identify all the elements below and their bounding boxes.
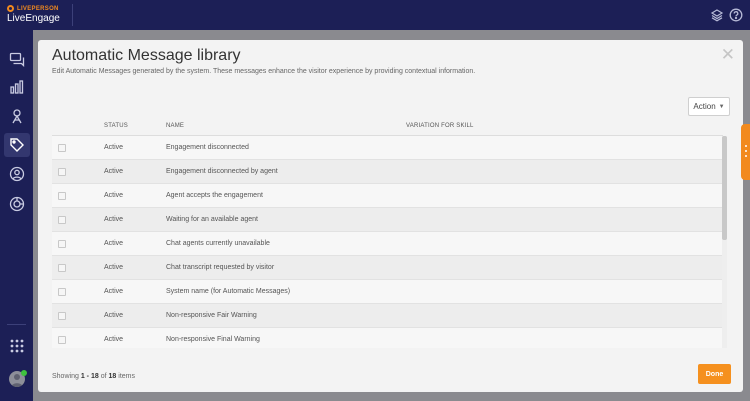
row-checkbox[interactable] — [58, 168, 66, 176]
chevron-down-icon: ▼ — [718, 103, 725, 110]
online-status-dot — [21, 370, 27, 376]
row-name[interactable]: Chat transcript requested by visitor — [166, 264, 274, 271]
row-checkbox[interactable] — [58, 288, 66, 296]
brand-divider — [72, 4, 73, 26]
users-icon[interactable] — [9, 166, 25, 182]
layers-icon[interactable] — [710, 8, 724, 22]
row-name[interactable]: Non-responsive Fair Warning — [166, 312, 257, 319]
row-status: Active — [104, 216, 124, 223]
row-status: Active — [104, 192, 124, 199]
sidebar-divider — [7, 324, 26, 325]
row-checkbox[interactable] — [58, 336, 66, 344]
campaigns-icon[interactable] — [9, 108, 25, 124]
table-header: STATUS NAME VARIATION FOR SKILL — [52, 118, 723, 136]
brand-product: LiveEngage — [7, 13, 60, 24]
row-name[interactable]: Non-responsive Final Warning — [166, 336, 260, 343]
close-icon[interactable]: ✕ — [721, 45, 735, 65]
table-row[interactable]: Active Non-responsive Fair Warning — [52, 304, 723, 328]
row-name[interactable]: Waiting for an available agent — [166, 216, 258, 223]
automation-icon[interactable] — [9, 196, 25, 212]
column-status[interactable]: STATUS — [104, 123, 128, 129]
row-name[interactable]: System name (for Automatic Messages) — [166, 288, 290, 295]
row-status: Active — [104, 168, 124, 175]
row-checkbox[interactable] — [58, 240, 66, 248]
range-start: 1 — [80, 373, 85, 380]
row-checkbox[interactable] — [58, 192, 66, 200]
automatic-message-library-modal: ✕ Automatic Message library Edit Automat… — [38, 40, 743, 392]
action-label: Action — [693, 102, 716, 111]
sidebar — [0, 30, 33, 401]
table-row[interactable]: Active Engagement disconnected — [52, 136, 723, 160]
row-checkbox[interactable] — [58, 216, 66, 224]
pagination-summary: Showing 1 - 18 of 18 items — [52, 373, 135, 380]
row-status: Active — [104, 312, 124, 319]
row-checkbox[interactable] — [58, 264, 66, 272]
table-row[interactable]: Active Agent accepts the engagement — [52, 184, 723, 208]
range-dash: - — [86, 373, 90, 380]
row-name[interactable]: Engagement disconnected by agent — [166, 168, 278, 175]
brand-logo[interactable]: LIVEPERSON LiveEngage — [7, 5, 60, 24]
total-count: 18 — [108, 373, 117, 380]
brand-company: LIVEPERSON — [17, 5, 59, 12]
apps-grid-icon[interactable] — [9, 338, 25, 354]
logo-icon — [7, 5, 14, 12]
column-variation[interactable]: VARIATION FOR SKILL — [406, 123, 474, 129]
column-name[interactable]: NAME — [166, 123, 184, 129]
row-status: Active — [104, 336, 124, 343]
row-status: Active — [104, 264, 124, 271]
modal-title: Automatic Message library — [52, 47, 241, 64]
analytics-icon[interactable] — [9, 79, 25, 95]
row-status: Active — [104, 144, 124, 151]
side-panel-handle[interactable] — [741, 124, 750, 180]
chat-icon[interactable] — [9, 51, 25, 68]
modal-subtitle: Edit Automatic Messages generated by the… — [52, 68, 476, 75]
row-name[interactable]: Chat agents currently unavailable — [166, 240, 270, 247]
row-name[interactable]: Agent accepts the engagement — [166, 192, 263, 199]
table-row[interactable]: Active Non-responsive Final Warning — [52, 328, 723, 348]
row-name[interactable]: Engagement disconnected — [166, 144, 249, 151]
table-body: Active Engagement disconnected Active En… — [52, 136, 723, 348]
tag-icon[interactable] — [4, 133, 30, 157]
done-button[interactable]: Done — [698, 364, 731, 384]
row-status: Active — [104, 288, 124, 295]
table-row[interactable]: Active System name (for Automatic Messag… — [52, 280, 723, 304]
row-checkbox[interactable] — [58, 144, 66, 152]
row-status: Active — [104, 240, 124, 247]
table-row[interactable]: Active Chat agents currently unavailable — [52, 232, 723, 256]
items-label: items — [118, 373, 135, 380]
table-row[interactable]: Active Engagement disconnected by agent — [52, 160, 723, 184]
table-row[interactable]: Active Waiting for an available agent — [52, 208, 723, 232]
table-scrollbar[interactable] — [722, 136, 727, 348]
row-checkbox[interactable] — [58, 312, 66, 320]
of-label: of — [100, 373, 107, 380]
top-bar: LIVEPERSON LiveEngage — [0, 0, 750, 30]
scrollbar-thumb[interactable] — [722, 136, 727, 240]
range-end: 18 — [90, 373, 99, 380]
showing-label: Showing — [52, 373, 79, 380]
help-icon[interactable] — [729, 8, 743, 22]
table-row[interactable]: Active Chat transcript requested by visi… — [52, 256, 723, 280]
action-dropdown-button[interactable]: Action ▼ — [688, 97, 730, 116]
messages-table: STATUS NAME VARIATION FOR SKILL — [52, 118, 723, 136]
